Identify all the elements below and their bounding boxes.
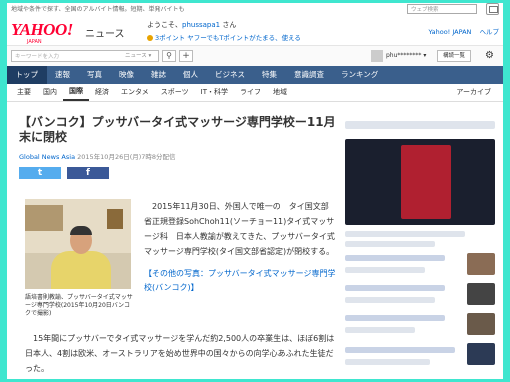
search-icon: ⚲ (166, 51, 172, 60)
article-meta: Global News Asia 2015年10月26日(月)7時8分配信 (19, 151, 336, 161)
subnav-tab-0[interactable]: 主要 (11, 84, 37, 101)
avatar (371, 49, 383, 62)
sub-nav: 主要 国内 国際 経済 エンタメ スポーツ IT・科学 ライフ 地域 アーカイブ (7, 84, 503, 102)
facebook-share-button[interactable]: f (67, 167, 109, 179)
main-nav: トップ 速報 写真 映像 雑誌 個人 ビジネス 特集 意識調査 ランキング (7, 66, 503, 84)
nav-tab-6[interactable]: ビジネス (207, 66, 254, 84)
help-link[interactable]: ヘルプ (480, 28, 500, 36)
tpoint-icon (147, 35, 153, 41)
service-name[interactable]: ニュース (85, 25, 125, 40)
mail-icon[interactable] (486, 3, 499, 15)
article-lead: 2015年11月30日、外国人で唯一の タイ国文部省正規登録SohChoh11(… (144, 202, 335, 256)
username-link[interactable]: phussapa1 (182, 21, 220, 29)
photo-caption: 語培書則教諭、プッサバータイ式マッサージ専門学校(2015年10月20日バンコク… (25, 294, 133, 317)
subscription-list-button[interactable]: 構読一覧 (437, 50, 471, 62)
subnav-tab-6[interactable]: IT・科学 (195, 84, 234, 101)
ad-notice-link[interactable]: 地域や条件で探す、全国のアルバイト情報。短期、単発バイトも (11, 6, 184, 13)
nav-tab-1[interactable]: 速報 (47, 66, 79, 84)
account-name: phu******** (386, 52, 422, 59)
subnav-tab-3[interactable]: 経済 (89, 84, 115, 101)
web-search-input[interactable]: ウェブ検索 (407, 4, 477, 14)
nav-tab-5[interactable]: 個人 (175, 66, 207, 84)
article-photo[interactable] (25, 199, 131, 289)
user-greeting: ようこそ、phussapa1 さん 3ポイント ヤフーでもTポイントがたまる、使… (147, 20, 301, 42)
points-link[interactable]: 3ポイント (155, 34, 185, 42)
article: 【バンコク】プッサバータイ式マッサージ専門学校ー11月末に閉校 Global N… (11, 115, 336, 373)
nav-tab-2[interactable]: 写真 (79, 66, 111, 84)
subnav-tab-7[interactable]: ライフ (234, 84, 267, 101)
nav-tab-3[interactable]: 映像 (111, 66, 143, 84)
subnav-tab-5[interactable]: スポーツ (155, 84, 195, 101)
subnav-tab-8[interactable]: 地域 (267, 84, 293, 101)
top-notice-bar: 地域や条件で探す、全国のアルバイト情報。短期、単発バイトも ウェブ検索 (7, 3, 503, 17)
header: YAHOO! JAPAN ニュース ようこそ、phussapa1 さん 3ポイン… (7, 17, 503, 45)
gear-icon[interactable]: ⚙ (485, 50, 494, 61)
sidebar-heading (345, 121, 495, 129)
subnav-tab-4[interactable]: エンタメ (115, 84, 155, 101)
subnav-tab-2[interactable]: 国際 (63, 84, 89, 101)
yahoo-logo[interactable]: YAHOO! (11, 20, 73, 40)
subnav-tab-1[interactable]: 国内 (37, 84, 63, 101)
yahoo-top-link[interactable]: Yahoo! JAPAN (429, 28, 472, 36)
share-buttons: t f (19, 167, 336, 179)
add-button[interactable]: + (179, 50, 193, 62)
points-promo-link[interactable]: ヤフーでもTポイントがたまる、使える (187, 34, 301, 42)
sidebar-blurred (341, 115, 501, 379)
nav-tab-9[interactable]: ランキング (333, 66, 387, 84)
nav-tab-4[interactable]: 雑誌 (143, 66, 175, 84)
welcome-prefix: ようこそ、 (147, 21, 182, 29)
welcome-suffix: さん (220, 21, 237, 29)
nav-tab-8[interactable]: 意識調査 (286, 66, 333, 84)
twitter-share-button[interactable]: t (19, 167, 61, 179)
browser-page: 地域や条件で探す、全国のアルバイト情報。短期、単発バイトも ウェブ検索 YAHO… (7, 3, 503, 379)
article-body: 15年間にプッサバーでタイ式マッサージを学んだ約2,500人の卒業生は、ほぼ6割… (25, 334, 335, 373)
nav-tab-0[interactable]: トップ (7, 66, 47, 84)
search-scope-dropdown[interactable]: ニュース ▾ (125, 51, 151, 59)
nav-tab-7[interactable]: 特集 (254, 66, 286, 84)
search-scope-label: ニュース (125, 53, 147, 59)
article-date: 2015年10月26日(月)7時8分配信 (75, 153, 176, 161)
archive-link[interactable]: アーカイブ (450, 84, 497, 101)
more-photos-link[interactable]: 【その他の写真：プッサバータイ式マッサージ専門学校(バンコク)】 (144, 267, 336, 295)
account-menu[interactable]: phu******** ▾ (371, 48, 433, 64)
news-search-bar: キーワードを入力 ニュース ▾ ⚲ + phu******** ▾ 構読一覧 ⚙ (7, 45, 503, 66)
search-button[interactable]: ⚲ (162, 50, 176, 62)
header-links: Yahoo! JAPAN ヘルプ (423, 26, 499, 36)
article-source-link[interactable]: Global News Asia (19, 153, 75, 161)
article-title: 【バンコク】プッサバータイ式マッサージ専門学校ー11月末に閉校 (19, 115, 336, 144)
